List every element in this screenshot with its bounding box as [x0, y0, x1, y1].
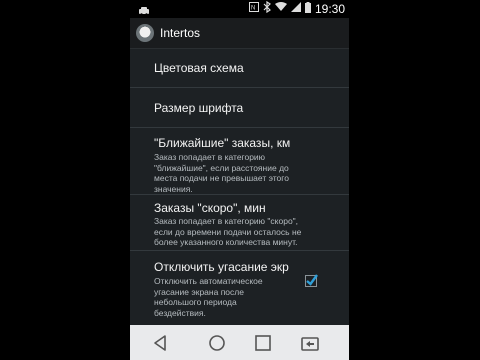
back-icon[interactable]	[150, 332, 172, 354]
phone-screen: N 19:30 Intertos Цветовая схема Размер ш…	[130, 0, 349, 360]
summary-line: Отключить автоматическое	[154, 276, 263, 286]
app-logo-icon[interactable]	[136, 24, 154, 42]
setting-title: "Ближайшие" заказы, км	[154, 136, 291, 150]
settings-list: Цветовая схема Размер шрифта "Ближайшие"…	[130, 48, 349, 325]
action-bar: Intertos	[130, 18, 349, 49]
home-icon[interactable]	[206, 332, 228, 354]
setting-summary: Заказ попадает в категорию "ближайшие", …	[154, 152, 314, 194]
summary-line: угасание экрана после	[154, 286, 244, 297]
setting-summary: Отключить автоматическое угасание экрана…	[154, 276, 299, 318]
summary-line: Заказ попадает в категорию	[154, 152, 266, 162]
battery-icon	[304, 1, 311, 16]
summary-line: бездействия.	[154, 307, 206, 318]
setting-nearby-orders-km[interactable]: "Ближайшие" заказы, км Заказ попадает в …	[130, 128, 349, 195]
navigation-bar	[130, 325, 349, 360]
setting-color-scheme[interactable]: Цветовая схема	[130, 48, 349, 88]
summary-line: "ближайшие", если расстояние до	[154, 162, 289, 173]
setting-disable-screen-dimming[interactable]: Отключить угасание экр Отключить автомат…	[130, 251, 349, 325]
screen-dimming-checkbox[interactable]	[305, 274, 318, 287]
status-bar: N 19:30	[130, 0, 349, 18]
status-time: 19:30	[314, 1, 345, 16]
nfc-icon: N	[248, 2, 259, 15]
setting-summary: Заказ попадает в категорию "скоро", если…	[154, 216, 324, 248]
summary-line: места подачи не превышает этого	[154, 173, 289, 184]
bluetooth-icon	[263, 0, 271, 16]
setting-title: Цветовая схема	[154, 61, 244, 75]
svg-text:N: N	[251, 6, 255, 12]
setting-title: Размер шрифта	[154, 101, 244, 115]
signal-icon	[290, 2, 301, 15]
summary-line: небольшого периода	[154, 297, 237, 308]
app-title: Intertos	[160, 26, 201, 40]
setting-soon-orders-min[interactable]: Заказы "скоро", мин Заказ попадает в кат…	[130, 195, 349, 251]
setting-title: Отключить угасание экр	[154, 260, 289, 274]
checkmark-icon	[306, 274, 318, 286]
screen-switch-icon[interactable]	[299, 332, 321, 354]
summary-line: если до времени подачи осталось не	[154, 226, 302, 237]
setting-title: Заказы "скоро", мин	[154, 201, 266, 215]
summary-line: более указанного количества минут.	[154, 237, 298, 248]
summary-line: значения.	[154, 183, 193, 194]
summary-line: Заказ попадает в категорию "скоро",	[154, 216, 299, 226]
setting-font-size[interactable]: Размер шрифта	[130, 88, 349, 128]
wifi-icon	[274, 2, 287, 15]
recents-icon[interactable]	[252, 332, 274, 354]
